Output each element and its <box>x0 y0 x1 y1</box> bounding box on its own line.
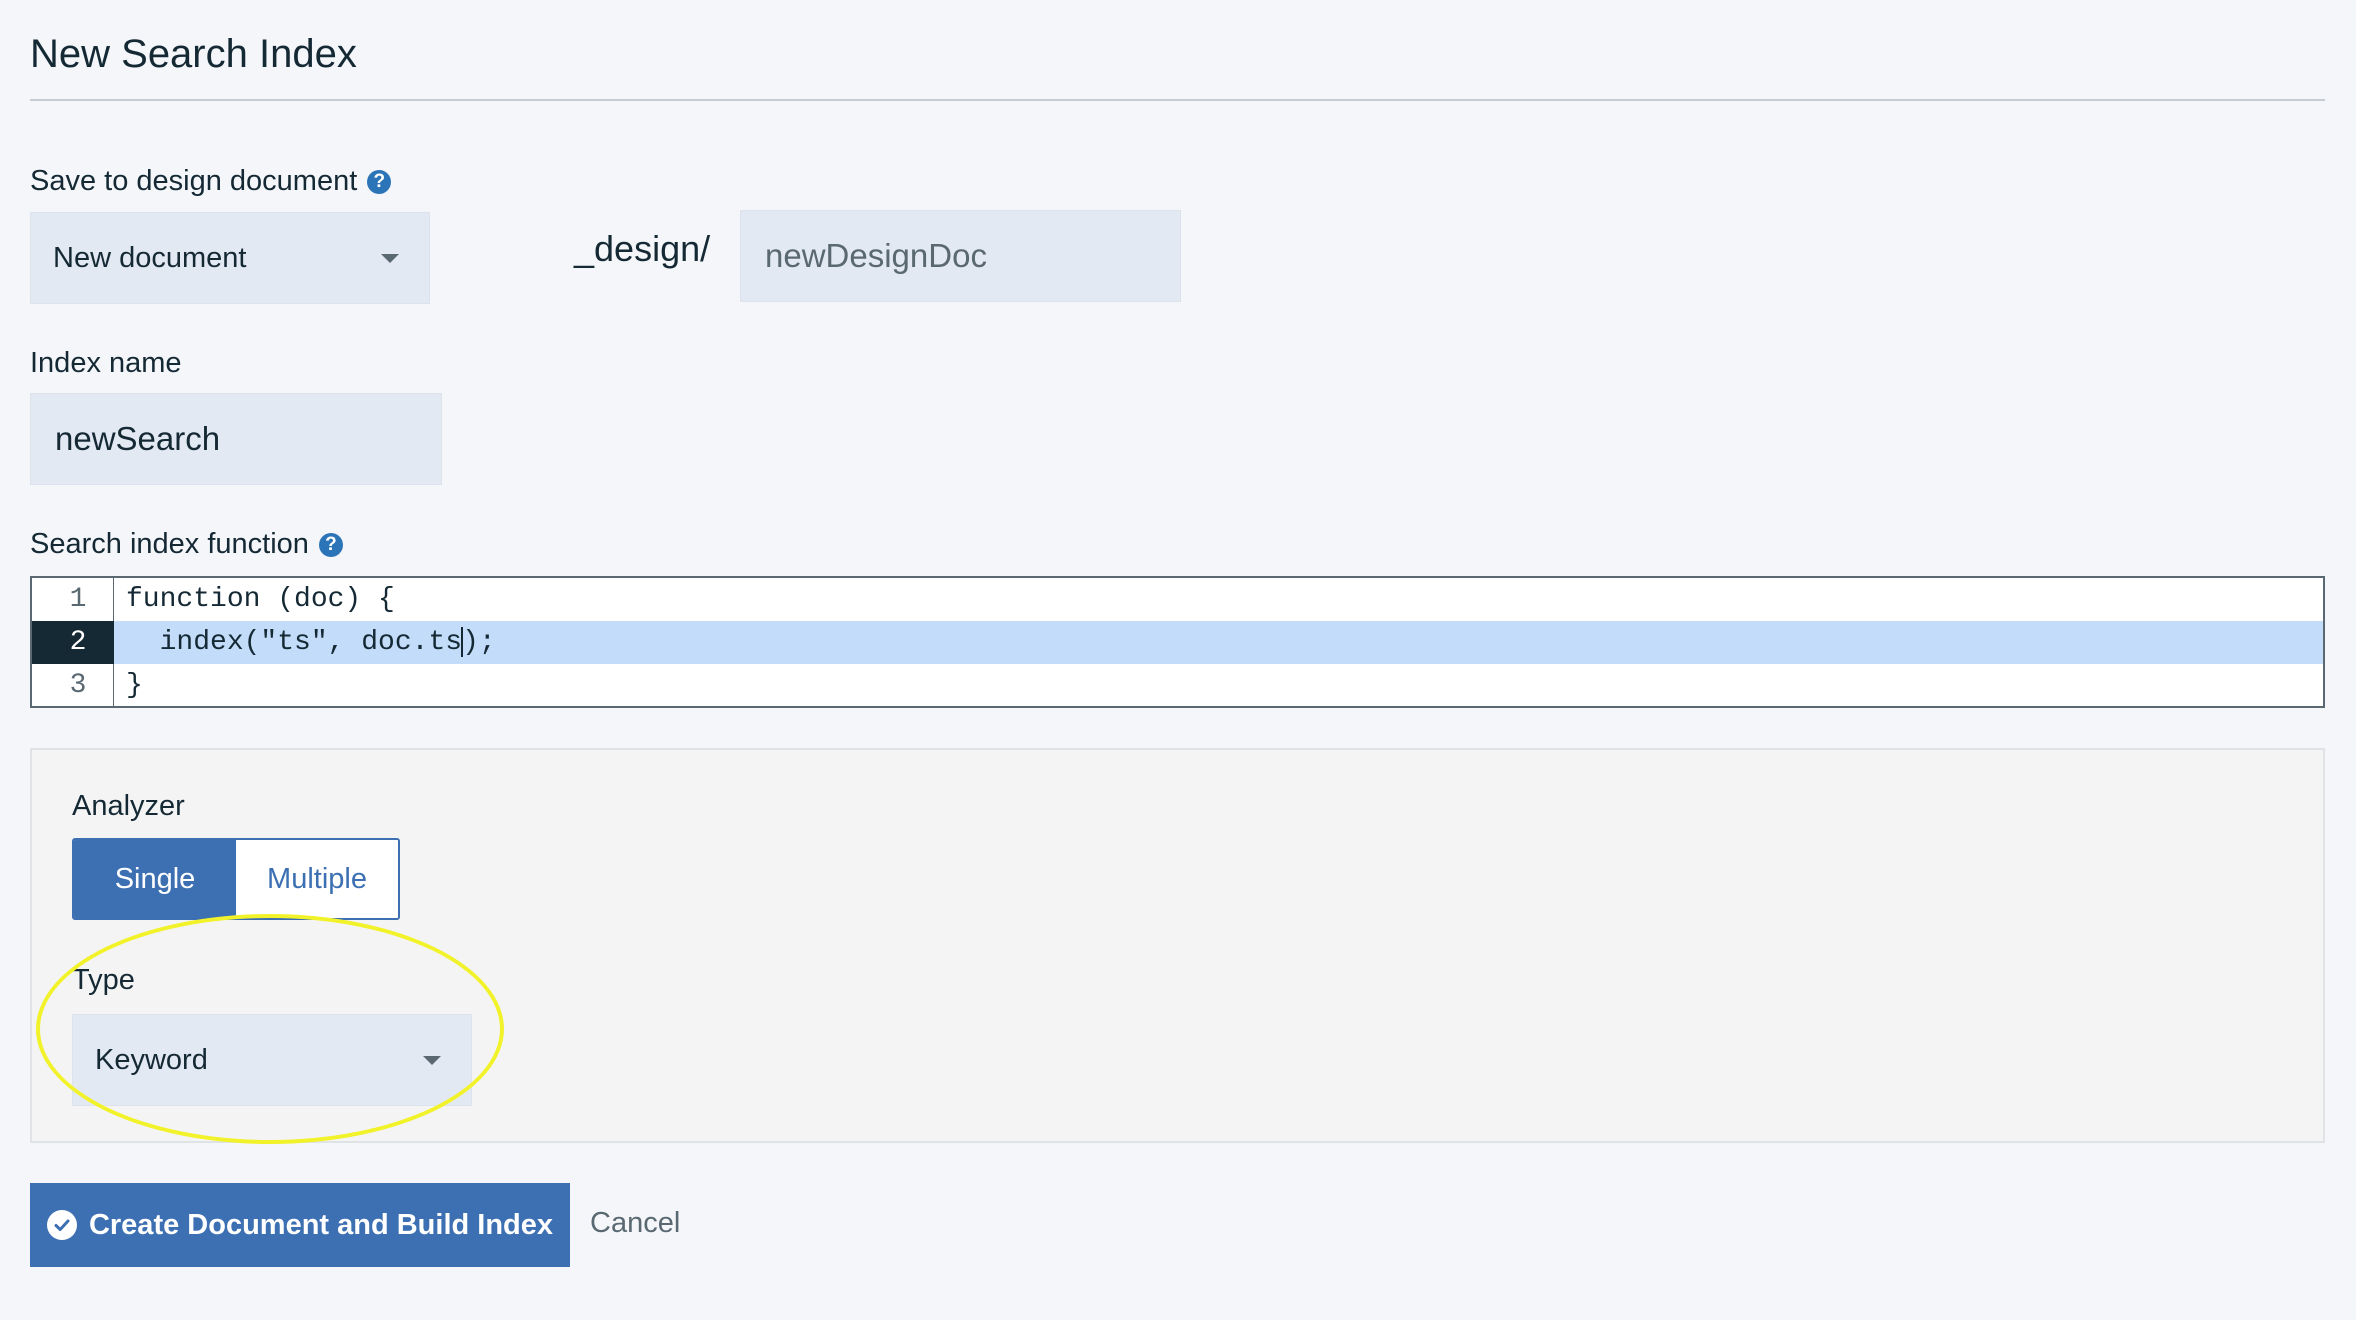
search-function-label: Search index function <box>30 528 309 560</box>
analyzer-type-value: Keyword <box>95 1043 208 1076</box>
line-number: 1 <box>69 584 87 615</box>
cancel-link[interactable]: Cancel <box>590 1207 680 1240</box>
index-name-input[interactable] <box>30 393 442 485</box>
design-doc-label: Save to design document <box>30 165 358 197</box>
line-number: 3 <box>69 670 87 701</box>
create-document-build-index-button[interactable]: Create Document and Build Index <box>30 1183 570 1267</box>
code-text-before-cursor: index("ts", doc.ts <box>126 627 463 658</box>
code-text-after-cursor: ); <box>462 627 496 658</box>
code-text: index("ts", doc.ts); <box>126 621 496 664</box>
code-line[interactable]: 1 function (doc) { <box>32 578 2323 621</box>
search-function-help-icon[interactable]: ? <box>318 532 343 557</box>
index-name-label: Index name <box>30 347 182 379</box>
line-number: 2 <box>32 621 114 664</box>
type-label: Type <box>72 964 135 996</box>
type-label-row: Type <box>72 964 135 997</box>
code-editor[interactable]: 1 function (doc) { 2 index("ts", doc.ts)… <box>30 576 2325 708</box>
design-doc-help-icon[interactable]: ? <box>367 169 392 194</box>
analyzer-label: Analyzer <box>72 790 185 822</box>
design-doc-name-input[interactable] <box>740 210 1181 302</box>
page-title: New Search Index <box>30 32 357 76</box>
analyzer-panel: Analyzer Single Multiple Type Keyword <box>30 748 2325 1144</box>
analyzer-type-select[interactable]: Keyword <box>72 1014 472 1106</box>
analyzer-single-button[interactable]: Single <box>74 840 236 918</box>
analyzer-multiple-button[interactable]: Multiple <box>236 840 398 918</box>
check-circle-icon <box>46 1210 77 1240</box>
design-doc-select-value: New document <box>53 241 247 274</box>
search-function-label-row: Search index function ? <box>30 528 343 561</box>
new-search-index-page: New Search Index Save to design document… <box>30 0 2325 1320</box>
analyzer-toggle-group: Single Multiple <box>72 838 400 920</box>
title-divider <box>30 99 2325 101</box>
design-doc-select[interactable]: New document <box>30 212 430 304</box>
design-doc-label-row: Save to design document ? <box>30 165 392 198</box>
design-prefix: _design/ <box>574 228 711 269</box>
code-line-active[interactable]: 2 index("ts", doc.ts); <box>32 621 2323 664</box>
code-line[interactable]: 3 } <box>32 664 2323 706</box>
analyzer-label-row: Analyzer <box>72 790 185 823</box>
code-text: } <box>126 670 143 701</box>
create-button-label: Create Document and Build Index <box>88 1208 554 1241</box>
code-text: function (doc) { <box>126 584 395 615</box>
chevron-down-icon <box>423 1056 441 1065</box>
index-name-label-row: Index name <box>30 347 182 380</box>
chevron-down-icon <box>381 254 399 263</box>
